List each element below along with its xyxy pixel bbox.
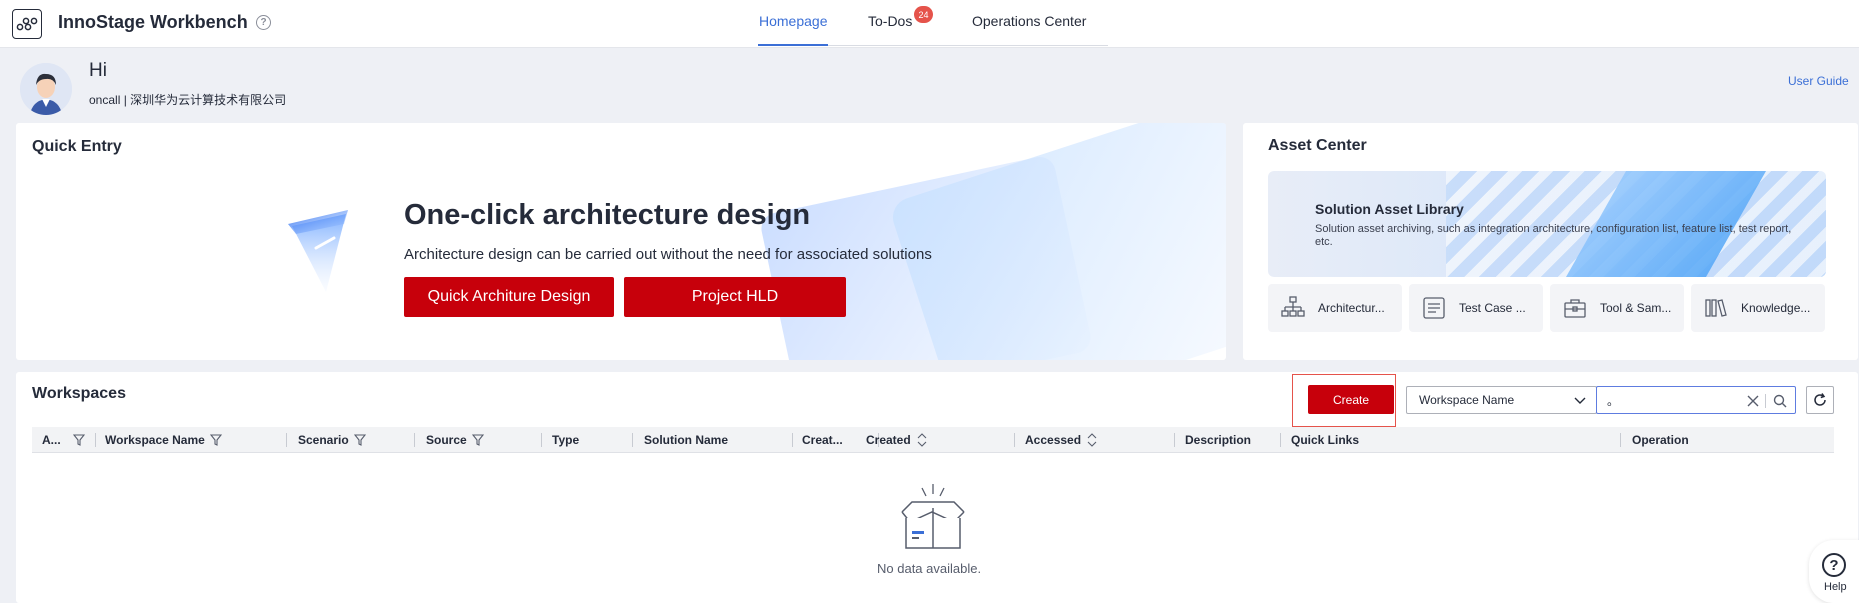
- top-nav: Homepage To-Dos 24 Operations Center: [758, 0, 1108, 48]
- app-title: InnoStage Workbench: [58, 12, 248, 32]
- architecture-design-icon: [286, 208, 376, 298]
- banner-title: Solution Asset Library: [1315, 201, 1464, 217]
- column-header[interactable]: Solution Name: [644, 427, 728, 453]
- quick-entry-panel: Quick Entry One-click architecture desig…: [16, 123, 1226, 360]
- project-hld-button[interactable]: Project HLD: [624, 277, 846, 317]
- workspaces-table-header: A... Workspace Name Scenario Source Type…: [32, 427, 1834, 453]
- column-divider: [414, 433, 415, 447]
- column-header-label: A...: [42, 433, 61, 447]
- app-logo-icon[interactable]: [12, 9, 42, 39]
- asset-center-title: Asset Center: [1268, 137, 1367, 154]
- column-divider: [1014, 433, 1015, 447]
- column-divider: [1620, 433, 1621, 447]
- empty-box-icon: [892, 478, 974, 556]
- column-header[interactable]: Type: [552, 427, 579, 453]
- refresh-icon: [1814, 393, 1826, 406]
- workspaces-title: Workspaces: [32, 385, 126, 402]
- asset-card-architecture[interactable]: Architectur...: [1268, 284, 1402, 332]
- asset-card-knowledge[interactable]: Knowledge...: [1691, 284, 1825, 332]
- asset-card-label: Knowledge...: [1741, 301, 1811, 315]
- solution-asset-library-banner[interactable]: Solution Asset Library Solution asset ar…: [1268, 171, 1826, 277]
- column-divider: [792, 433, 793, 447]
- chevron-down-icon: [1574, 397, 1586, 404]
- column-header[interactable]: Description: [1185, 427, 1251, 453]
- column-header[interactable]: Quick Links: [1291, 427, 1359, 453]
- workspace-search: [1596, 386, 1796, 414]
- user-account-info: oncall | 深圳华为云计算技术有限公司: [89, 93, 287, 107]
- column-header-label: Source: [426, 433, 467, 447]
- search-field-select-value: Workspace Name: [1419, 393, 1515, 407]
- column-header[interactable]: Source: [426, 427, 484, 453]
- column-divider: [286, 433, 287, 447]
- column-header[interactable]: Accessed: [1025, 427, 1097, 453]
- tab-to-dos[interactable]: To-Dos: [868, 13, 912, 29]
- column-header-label: Accessed: [1025, 433, 1082, 447]
- asset-card-test-case[interactable]: Test Case ...: [1409, 284, 1543, 332]
- column-header[interactable]: A...: [42, 427, 85, 453]
- column-divider: [1280, 433, 1281, 447]
- column-divider: [541, 433, 542, 447]
- search-field-select[interactable]: Workspace Name: [1406, 386, 1597, 414]
- column-header[interactable]: Creat...: [802, 427, 843, 453]
- toolbox-icon: [1564, 299, 1586, 318]
- search-divider: [1765, 394, 1766, 408]
- column-header[interactable]: Created: [866, 427, 927, 453]
- asset-card-label: Test Case ...: [1459, 301, 1526, 315]
- architecture-icon: [1281, 296, 1305, 317]
- filter-icon[interactable]: [353, 434, 366, 446]
- column-divider: [1174, 433, 1175, 447]
- column-header-label: Workspace Name: [105, 433, 205, 447]
- decorative-glass: [887, 123, 1226, 360]
- column-header-label: Created: [866, 433, 911, 447]
- quick-entry-headline: One-click architecture design: [404, 199, 811, 231]
- sort-icon[interactable]: [917, 433, 927, 447]
- create-workspace-button[interactable]: Create: [1308, 385, 1394, 414]
- avatar[interactable]: [20, 63, 72, 115]
- help-label: Help: [1824, 581, 1847, 593]
- top-header: InnoStage Workbench ? Homepage To-Dos 24…: [0, 0, 1859, 48]
- asset-center-panel: Asset Center Solution Asset Library Solu…: [1243, 123, 1858, 360]
- books-icon: [1705, 299, 1727, 317]
- clear-icon[interactable]: [1747, 395, 1759, 407]
- column-header-label: Scenario: [298, 433, 349, 447]
- asset-card-tool-sample[interactable]: Tool & Sam...: [1550, 284, 1684, 332]
- tab-homepage[interactable]: Homepage: [759, 13, 828, 29]
- quick-entry-title: Quick Entry: [32, 138, 122, 155]
- empty-state-text: No data available.: [877, 561, 982, 576]
- tab-operations-center[interactable]: Operations Center: [972, 13, 1086, 29]
- todo-count-badge: 24: [914, 6, 933, 23]
- refresh-button[interactable]: [1806, 386, 1834, 414]
- column-divider: [95, 433, 96, 447]
- quick-architecture-design-button[interactable]: Quick Architure Design: [404, 277, 614, 317]
- asset-card-label: Architectur...: [1318, 301, 1385, 315]
- help-icon: ?: [1822, 553, 1846, 577]
- nav-active-indicator: [758, 44, 828, 46]
- sort-icon[interactable]: [1087, 433, 1097, 447]
- column-header[interactable]: Scenario: [298, 427, 366, 453]
- asset-card-label: Tool & Sam...: [1600, 301, 1672, 315]
- column-divider: [632, 433, 633, 447]
- help-float-button[interactable]: ? Help: [1809, 540, 1859, 603]
- quick-entry-description: Architecture design can be carried out w…: [404, 246, 932, 263]
- workspace-search-input[interactable]: [1607, 391, 1737, 409]
- search-icon[interactable]: [1773, 394, 1787, 408]
- filter-icon[interactable]: [471, 434, 484, 446]
- help-icon[interactable]: ?: [256, 15, 271, 30]
- filter-icon[interactable]: [209, 434, 222, 446]
- user-guide-link[interactable]: User Guide: [1788, 74, 1849, 88]
- column-header[interactable]: Workspace Name: [105, 427, 222, 453]
- filter-icon[interactable]: [72, 434, 85, 446]
- greeting: Hi: [89, 60, 107, 81]
- banner-description: Solution asset archiving, such as integr…: [1315, 223, 1792, 248]
- test-case-icon: [1423, 297, 1445, 319]
- column-header[interactable]: Operation: [1632, 427, 1689, 453]
